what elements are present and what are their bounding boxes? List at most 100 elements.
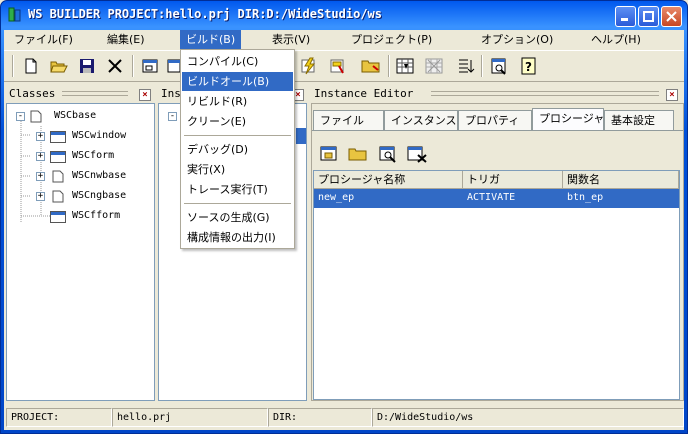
tree-item-wscbase[interactable]: WSCbase (54, 108, 96, 124)
tree-expander[interactable]: - (16, 112, 25, 121)
status-project-value: hello.prj (112, 408, 268, 427)
list-icon (459, 59, 475, 73)
cell-trigger[interactable]: ACTIVATE (463, 189, 563, 207)
menu-view[interactable]: 表示(V) (266, 30, 316, 49)
new-file-button[interactable] (20, 55, 42, 77)
grid-disabled-icon (425, 58, 443, 74)
tab-basic-settings[interactable]: 基本設定 (604, 110, 674, 130)
editor-pane-title: Instance Editor (314, 87, 414, 100)
menu-item-rebuild[interactable]: リビルド(R) (182, 92, 293, 111)
cut-button[interactable] (104, 55, 126, 77)
cell-function-name[interactable]: btn_ep (563, 189, 679, 207)
build-icon (330, 59, 344, 74)
class-node-icon (52, 190, 68, 203)
menu-options[interactable]: オプション(O) (475, 30, 559, 49)
new-file-icon (25, 58, 37, 74)
new-procedure-button[interactable] (318, 143, 340, 165)
tab-instance[interactable]: インスタンス (384, 110, 458, 130)
preview-button[interactable] (488, 55, 510, 77)
editor-pane-header: Instance Editor (311, 86, 684, 102)
open-folder-icon (50, 61, 68, 73)
col-header-procedure-name[interactable]: プロシージャ名称 (314, 171, 463, 189)
tab-underline (312, 130, 683, 131)
status-dir-value: D:/WideStudio/ws (372, 408, 684, 427)
menu-item-generate-source[interactable]: ソースの生成(G) (182, 208, 293, 227)
maximize-icon (643, 11, 654, 22)
toolbar-separator (481, 55, 483, 77)
preview-icon (491, 58, 506, 75)
menu-item-trace-run[interactable]: トレース実行(T) (182, 180, 293, 199)
menu-item-compile[interactable]: コンパイル(C) (182, 52, 293, 71)
folder-button[interactable] (360, 55, 382, 77)
delete-procedure-button[interactable] (406, 143, 428, 165)
build-button[interactable] (327, 55, 349, 77)
folder-icon (361, 60, 380, 73)
save-button[interactable] (76, 55, 98, 77)
tab-property[interactable]: プロパティ (458, 110, 532, 130)
window-button[interactable] (140, 55, 162, 77)
toolbar-separator (388, 55, 390, 77)
search-window-icon (379, 146, 396, 163)
grip-line (62, 91, 128, 96)
tab-file[interactable]: ファイル (313, 110, 384, 130)
cut-icon (108, 59, 122, 73)
delete-window-icon (407, 146, 427, 163)
grid-button[interactable] (394, 55, 416, 77)
status-dir-label: DIR: (268, 408, 372, 427)
instance-pane-title: Ins (161, 87, 181, 100)
menu-project[interactable]: プロジェクト(P) (345, 30, 438, 49)
class-node-icon (30, 110, 46, 123)
menu-separator (184, 203, 291, 204)
save-icon (80, 59, 94, 73)
menu-item-clean[interactable]: クリーン(E) (182, 112, 293, 131)
tree-item-wscwindow[interactable]: WSCwindow (72, 128, 126, 144)
grid-disabled-button[interactable] (423, 55, 445, 77)
open-button[interactable] (48, 55, 70, 77)
menu-help[interactable]: ヘルプ(H) (585, 30, 647, 49)
list-button[interactable] (455, 55, 477, 77)
tree-expander[interactable]: + (36, 152, 45, 161)
tab-procedure[interactable]: プロシージャ (532, 108, 604, 130)
tree-expander[interactable]: + (36, 132, 45, 141)
col-header-function-name[interactable]: 関数名 (563, 171, 679, 189)
menu-edit[interactable]: 編集(E) (101, 30, 151, 49)
cell-procedure-name[interactable]: new_ep (314, 189, 463, 207)
menu-item-build-all[interactable]: ビルドオール(B) (182, 72, 293, 91)
status-project-label: PROJECT: (6, 408, 112, 427)
lightning-button[interactable] (298, 55, 320, 77)
build-menu-dropdown: コンパイル(C) ビルドオール(B) リビルド(R) クリーン(E) デバッグ(… (180, 49, 295, 249)
grid-icon (396, 58, 414, 74)
help-icon: ? (521, 57, 536, 75)
close-button[interactable] (661, 6, 682, 27)
window2-icon (167, 59, 181, 73)
maximize-button[interactable] (638, 6, 659, 27)
tree-item-wscnwbase[interactable]: WSCnwbase (72, 168, 126, 184)
class-node-icon (52, 170, 68, 183)
lightning-icon (301, 57, 316, 75)
tree-item-wscform[interactable]: WSCform (72, 148, 114, 164)
grip-line (431, 91, 659, 96)
menu-item-output-config[interactable]: 構成情報の出力(I) (182, 228, 293, 247)
instance-selection[interactable] (296, 128, 306, 144)
help-button[interactable]: ? (518, 55, 540, 77)
minimize-button[interactable] (615, 6, 636, 27)
editor-pane-close-button[interactable]: × (666, 89, 678, 101)
menu-build[interactable]: ビルド(B) (180, 30, 242, 49)
classes-pane-title: Classes (9, 87, 56, 100)
open-procedure-button[interactable] (347, 143, 369, 165)
classes-pane-close-button[interactable]: × (139, 89, 151, 101)
menu-item-debug[interactable]: デバッグ(D) (182, 140, 293, 159)
tree-expander[interactable]: - (168, 112, 177, 121)
svg-text:?: ? (525, 60, 532, 74)
tree-item-wscngbase[interactable]: WSCngbase (72, 188, 126, 204)
col-header-trigger[interactable]: トリガ (463, 171, 563, 189)
tree-item-wscfform[interactable]: WSCfform (72, 208, 120, 224)
toolbar-separator (132, 55, 134, 77)
window-icon (142, 59, 158, 73)
search-procedure-button[interactable] (377, 143, 399, 165)
tree-expander[interactable]: + (36, 172, 45, 181)
tree-expander[interactable]: + (36, 192, 45, 201)
close-icon (666, 11, 677, 22)
menu-file[interactable]: ファイル(F) (8, 30, 79, 49)
menu-item-run[interactable]: 実行(X) (182, 160, 293, 179)
